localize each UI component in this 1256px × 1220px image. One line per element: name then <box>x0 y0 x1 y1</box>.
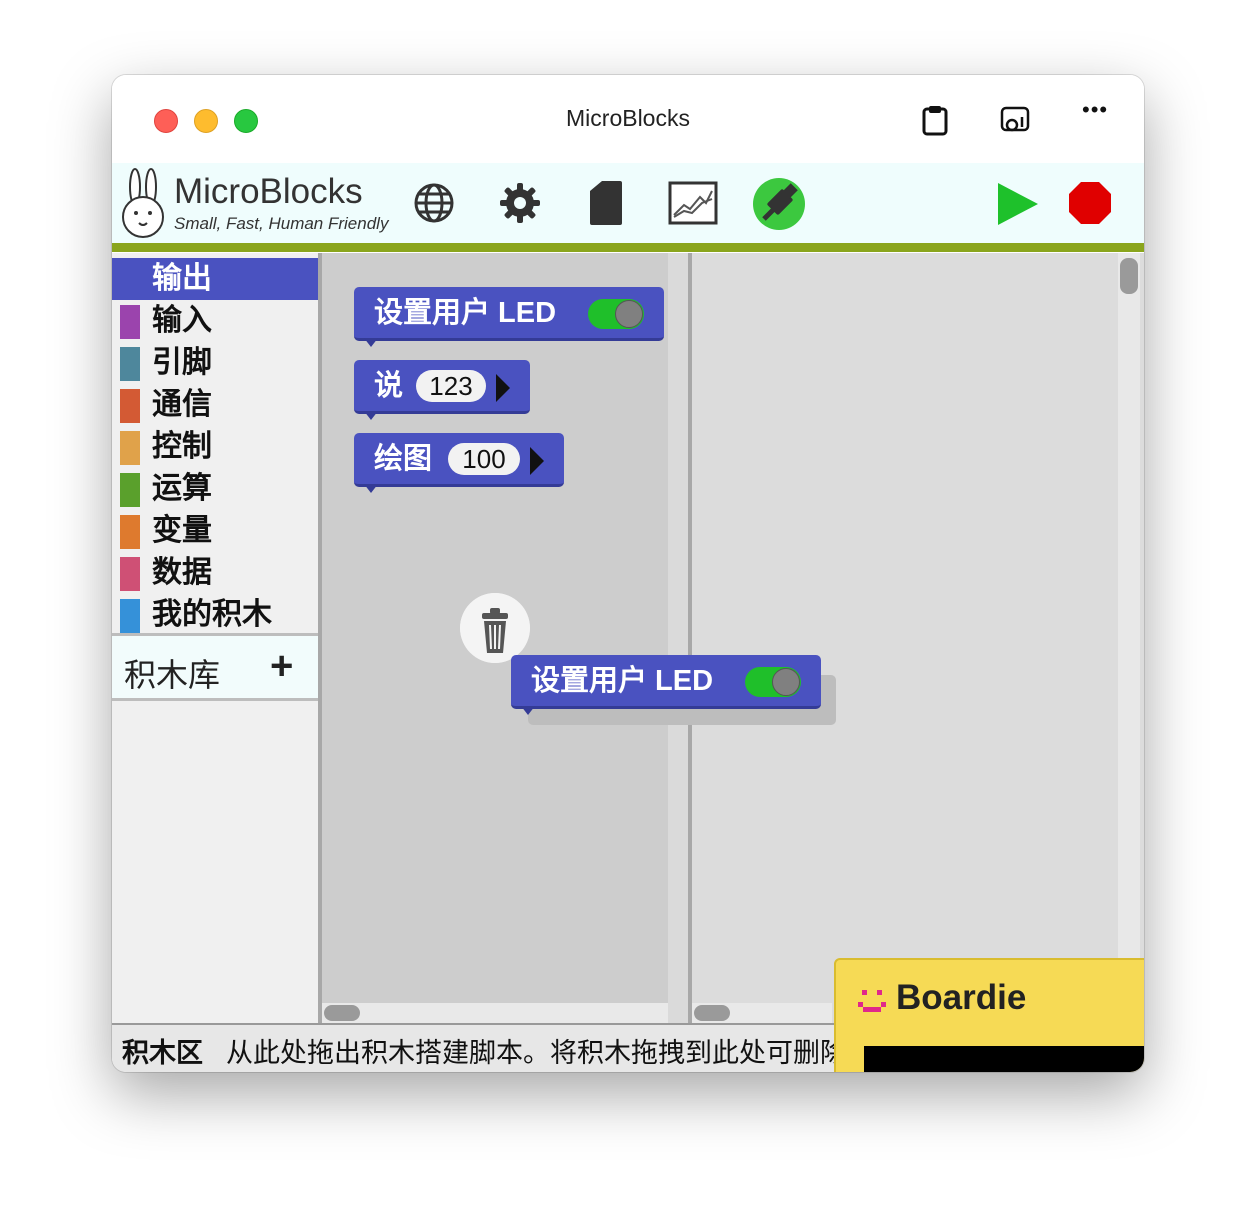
category-palette: 输出 输入 引脚 通信 控制 运算 变量 数据 我的积木 积木库 + <box>112 253 318 1023</box>
category-comm[interactable]: 通信 <box>112 384 318 426</box>
category-label: 变量 <box>152 514 212 547</box>
toolbar: MicroBlocks Small, Fast, Human Friendly <box>112 163 1144 243</box>
stop-icon[interactable] <box>1068 181 1112 225</box>
logo-tagline: Small, Fast, Human Friendly <box>174 214 389 233</box>
category-control[interactable]: 控制 <box>112 426 318 468</box>
category-label: 输出 <box>152 262 212 295</box>
blocks-horizontal-scrollbar[interactable] <box>322 1003 668 1023</box>
boardie-display <box>864 1046 1144 1072</box>
dragged-set-user-led-block[interactable]: 设置用户 LED <box>511 655 821 709</box>
blocks-scroll-thumb[interactable] <box>324 1005 360 1021</box>
globe-icon[interactable] <box>412 181 456 225</box>
app-window: MicroBlocks ••• MicroBlocks Small, Fast,… <box>112 75 1144 1072</box>
category-swatch <box>120 557 140 591</box>
toolbar-divider <box>112 243 1144 252</box>
category-input[interactable]: 输入 <box>112 300 318 342</box>
category-label: 数据 <box>152 556 212 589</box>
category-output[interactable]: 输出 <box>112 258 318 300</box>
trash-icon <box>460 593 530 663</box>
say-value-slot[interactable]: 123 <box>416 370 486 402</box>
script-area[interactable] <box>692 253 1144 1023</box>
category-label: 控制 <box>152 430 212 463</box>
block-label: 设置用户 LED <box>531 665 714 697</box>
expand-arrow-icon[interactable] <box>496 374 510 402</box>
set-user-led-block[interactable]: 设置用户 LED <box>354 287 664 341</box>
category-label: 我的积木 <box>152 598 272 631</box>
block-label: 说 <box>374 370 404 402</box>
blocks-pane-scrollbar[interactable] <box>668 253 688 1023</box>
bunny-logo-icon <box>122 168 164 238</box>
boardie-panel[interactable]: Boardie <box>834 958 1144 1072</box>
script-vertical-scrollbar[interactable] <box>1118 253 1140 1003</box>
smiley-icon <box>858 990 886 1012</box>
block-label: 设置用户 LED <box>374 297 557 329</box>
category-my-blocks[interactable]: 我的积木 <box>112 594 318 636</box>
say-block[interactable]: 说 123 <box>354 360 530 414</box>
script-hscroll-thumb[interactable] <box>694 1005 730 1021</box>
category-swatch <box>120 431 140 465</box>
title-bar: MicroBlocks ••• <box>112 75 1144 163</box>
category-label: 通信 <box>152 388 212 421</box>
expand-arrow-icon[interactable] <box>530 447 544 475</box>
library-section: 积木库 + <box>112 633 318 701</box>
status-label: 积木区 <box>122 1038 203 1068</box>
category-swatch <box>120 515 140 549</box>
start-icon[interactable] <box>996 181 1040 227</box>
add-library-button[interactable]: + <box>270 644 293 689</box>
gear-icon[interactable] <box>498 181 542 225</box>
graph-block[interactable]: 绘图 100 <box>354 433 564 487</box>
window-title: MicroBlocks <box>566 105 690 131</box>
category-swatch <box>120 473 140 507</box>
category-swatch <box>120 599 140 633</box>
category-label: 运算 <box>152 472 212 505</box>
category-label: 输入 <box>152 304 212 337</box>
more-icon[interactable]: ••• <box>1082 97 1116 131</box>
screen-share-icon[interactable] <box>998 103 1032 137</box>
led-toggle[interactable] <box>745 667 801 697</box>
category-swatch <box>120 347 140 381</box>
graph-icon[interactable] <box>668 181 718 225</box>
file-icon[interactable] <box>586 179 626 227</box>
led-toggle[interactable] <box>588 299 644 329</box>
category-pins[interactable]: 引脚 <box>112 342 318 384</box>
category-variables[interactable]: 变量 <box>112 510 318 552</box>
usb-connect-icon[interactable] <box>752 177 806 231</box>
clipboard-icon[interactable] <box>918 103 952 137</box>
category-operators[interactable]: 运算 <box>112 468 318 510</box>
category-swatch <box>120 389 140 423</box>
status-text: 从此处拖出积木搭建脚本。将积木拖拽到此处可删除。 <box>226 1038 834 1068</box>
script-scroll-thumb[interactable] <box>1120 258 1138 294</box>
category-label: 引脚 <box>152 346 212 379</box>
graph-value-slot[interactable]: 100 <box>448 443 520 475</box>
logo-title: MicroBlocks <box>174 172 363 211</box>
category-swatch <box>120 305 140 339</box>
library-label: 积木库 <box>124 657 221 693</box>
category-data[interactable]: 数据 <box>112 552 318 594</box>
block-label: 绘图 <box>374 443 433 475</box>
boardie-title: Boardie <box>896 978 1027 1017</box>
